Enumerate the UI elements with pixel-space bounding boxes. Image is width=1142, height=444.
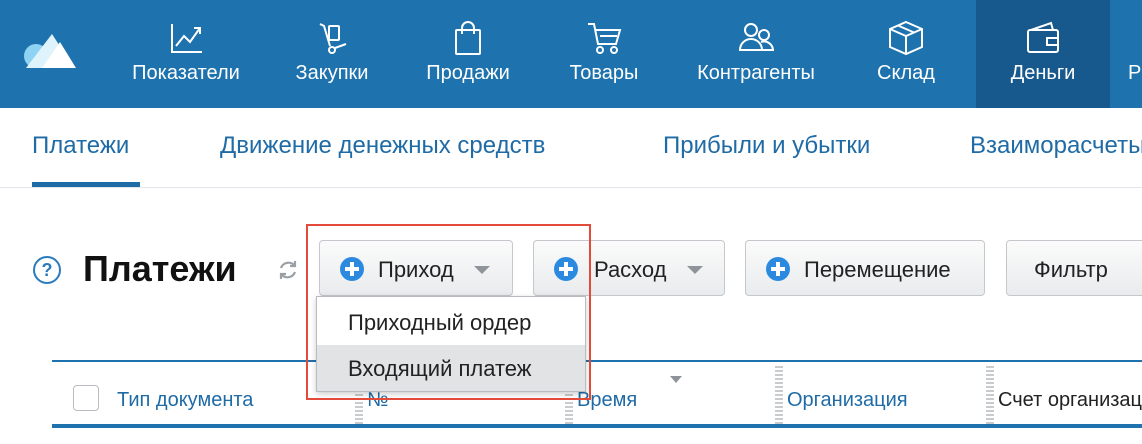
nav-item-label: Склад xyxy=(877,62,935,84)
column-header-organization[interactable]: Организация xyxy=(787,389,908,412)
tab-settlements[interactable]: Взаиморасчеты xyxy=(970,132,1142,160)
section-tabs: Платежи Движение денежных средств Прибыл… xyxy=(0,108,1142,188)
nav-item-money[interactable]: Деньги xyxy=(976,0,1110,108)
chevron-down-icon xyxy=(687,266,703,274)
chart-line-icon xyxy=(171,24,202,53)
nav-item-sales[interactable]: Продажи xyxy=(412,0,524,108)
nav-item-label: Контрагенты xyxy=(697,62,815,84)
shopping-bag-icon xyxy=(455,21,481,55)
tab-payments[interactable]: Платежи xyxy=(32,132,129,160)
logo[interactable] xyxy=(22,30,78,70)
column-header-organization-account[interactable]: Счет организации xyxy=(998,389,1142,412)
nav-item-products[interactable]: Товары xyxy=(556,0,652,108)
help-icon[interactable]: ? xyxy=(33,256,61,284)
table-header-top-border xyxy=(52,360,1142,362)
nav-item-purchases[interactable]: Закупки xyxy=(280,0,384,108)
column-header-document-type[interactable]: Тип документа xyxy=(117,389,253,412)
users-icon xyxy=(738,23,775,51)
column-resize-handle[interactable] xyxy=(775,366,783,424)
sort-descending-icon[interactable] xyxy=(670,376,682,383)
expense-button-label: Расход xyxy=(594,257,667,282)
nav-item-label: Закупки xyxy=(295,62,369,84)
nav-item-label: Деньги xyxy=(1010,62,1076,84)
filter-button-label: Фильтр xyxy=(1034,257,1108,282)
tab-profit-loss[interactable]: Прибыли и убытки xyxy=(663,132,870,160)
top-navigation: Показатели Закупки Продажи Товары Контра… xyxy=(0,0,1142,108)
transfer-button-label: Перемещение xyxy=(804,257,951,282)
shopping-cart-icon xyxy=(588,23,622,54)
active-tab-indicator xyxy=(32,182,140,187)
column-resize-handle[interactable] xyxy=(986,366,994,424)
nav-item-counterparties[interactable]: Контрагенты xyxy=(680,0,832,108)
refresh-icon[interactable] xyxy=(276,258,300,282)
nav-item-label: Продажи xyxy=(426,62,510,84)
wallet-icon xyxy=(1027,21,1059,53)
table-header-bottom-border xyxy=(52,424,1142,428)
filter-button[interactable]: Фильтр xyxy=(1006,240,1142,296)
transfer-button[interactable]: Перемещение xyxy=(745,240,985,296)
box-icon xyxy=(889,20,923,56)
select-all-checkbox[interactable] xyxy=(73,385,99,411)
nav-item-label: Товары xyxy=(569,62,639,84)
nav-item-label: Показатели xyxy=(132,62,240,84)
plus-icon xyxy=(766,257,790,281)
nav-item-warehouse[interactable]: Склад xyxy=(862,0,950,108)
annotation-highlight-box xyxy=(306,224,591,400)
nav-item-more[interactable]: Р xyxy=(1128,0,1142,108)
nav-item-label-truncated: Р xyxy=(1128,62,1142,84)
nav-item-indicators[interactable]: Показатели xyxy=(120,0,252,108)
page-title: Платежи xyxy=(83,248,237,289)
hand-truck-icon xyxy=(319,23,347,54)
tab-cash-flow[interactable]: Движение денежных средств xyxy=(220,132,545,160)
